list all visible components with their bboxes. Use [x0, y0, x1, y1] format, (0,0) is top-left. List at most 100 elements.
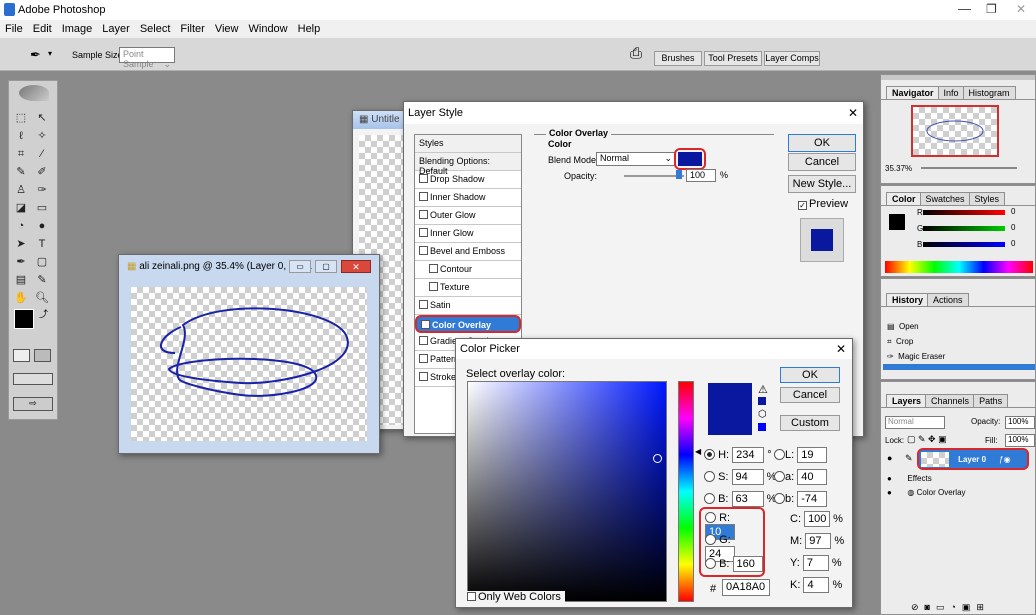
path-select-icon[interactable]: ➤	[13, 237, 29, 251]
styles-header[interactable]: Styles	[415, 135, 521, 153]
hex-field[interactable]: 0A18A0	[722, 579, 770, 596]
healing-icon[interactable]: ✎	[13, 165, 29, 179]
brush-icon[interactable]: ✐	[34, 165, 50, 179]
current-color-swatch[interactable]	[708, 409, 752, 435]
checkbox[interactable]	[429, 282, 438, 291]
tab-paths[interactable]: Paths	[973, 394, 1009, 407]
tab-info[interactable]: Info	[937, 86, 965, 99]
menu-select[interactable]: Select	[135, 20, 176, 35]
color-b-value[interactable]: 0	[1011, 239, 1015, 248]
custom-button[interactable]: Custom	[780, 415, 840, 431]
restore-icon[interactable]: ❐	[986, 2, 997, 16]
menu-edit[interactable]: Edit	[28, 20, 57, 35]
l-radio[interactable]	[774, 449, 785, 460]
b-radio[interactable]	[704, 493, 715, 504]
checkbox-checked[interactable]	[421, 320, 430, 329]
layer-style-cancel-button[interactable]: Cancel	[788, 153, 856, 171]
opacity-slider[interactable]	[624, 175, 684, 177]
r-slider[interactable]	[923, 210, 1005, 215]
blue-field[interactable]: 160	[732, 556, 763, 572]
layer-row[interactable]: ● ✎ Layer 0 ƒ◉	[883, 448, 1033, 470]
color-field[interactable]	[467, 381, 667, 602]
fill-field[interactable]: 100%	[1005, 434, 1035, 447]
hue-slider[interactable]	[678, 381, 694, 602]
layer-blend-select[interactable]: Normal	[885, 416, 945, 429]
overlay-color-swatch[interactable]	[678, 152, 702, 166]
a-field[interactable]: 40	[797, 469, 828, 485]
h-radio[interactable]	[704, 449, 715, 460]
pen-icon[interactable]: ✒	[13, 255, 29, 269]
checkbox[interactable]	[419, 300, 428, 309]
effect-color-overlay-row[interactable]: ● ◍ Color Overlay	[887, 488, 966, 497]
notes-icon[interactable]: ▤	[13, 273, 29, 287]
layers-footer-icons[interactable]: ⊘◙▭◔▣⊞	[911, 602, 990, 613]
standard-mode-icon[interactable]	[13, 349, 30, 362]
stamp-icon[interactable]: ♙	[13, 183, 29, 197]
imageready-icon[interactable]: ⇨	[13, 397, 53, 411]
document-window[interactable]: ▦ ali zeinali.png @ 35.4% (Layer 0, RG..…	[118, 254, 380, 454]
preview-checkbox[interactable]: ✓ Preview	[798, 198, 848, 210]
blue-radio[interactable]	[705, 558, 716, 569]
c-field[interactable]: 100	[804, 511, 831, 527]
history-item-selected[interactable]	[883, 364, 1035, 370]
color-picker-ok-button[interactable]: OK	[780, 367, 840, 383]
navigator-thumbnail[interactable]	[911, 105, 999, 157]
menu-file[interactable]: File	[0, 20, 28, 35]
r-radio[interactable]	[705, 512, 716, 523]
m-field[interactable]: 97	[805, 533, 832, 549]
tab-history[interactable]: History	[886, 293, 930, 306]
lasso-icon[interactable]: ℓ	[13, 129, 29, 143]
style-contour[interactable]: Contour	[415, 261, 521, 279]
layer-style-close-icon[interactable]: ✕	[848, 106, 858, 120]
history-brush-icon[interactable]: ✑	[34, 183, 50, 197]
eye-icon[interactable]: ●	[887, 474, 892, 483]
s-field[interactable]: 94	[731, 469, 764, 485]
opacity-slider-thumb[interactable]	[676, 170, 682, 179]
gamut-warning-icon[interactable]: ⚠	[758, 383, 768, 396]
dodge-icon[interactable]: ●	[34, 219, 50, 233]
blending-options[interactable]: Blending Options: Default	[415, 153, 521, 176]
lab-b-radio[interactable]	[774, 493, 785, 504]
style-inner-shadow[interactable]: Inner Shadow	[415, 189, 521, 207]
gamut-swatch[interactable]	[758, 397, 766, 405]
checkbox[interactable]	[419, 210, 428, 219]
history-item-crop[interactable]: ⌗ Crop	[887, 334, 945, 349]
y-field[interactable]: 7	[802, 555, 829, 571]
only-web-colors-checkbox[interactable]: Only Web Colors	[467, 591, 565, 603]
slice-icon[interactable]: ⁄	[34, 147, 50, 161]
hue-slider-arrow-icon[interactable]: ◀	[695, 447, 701, 456]
navigator-zoom-slider[interactable]	[921, 167, 1017, 169]
g-radio[interactable]	[705, 534, 716, 545]
type-icon[interactable]: T	[34, 237, 50, 251]
color-ramp[interactable]	[885, 261, 1033, 273]
gradient-icon[interactable]: ▭	[34, 201, 50, 215]
color-g-value[interactable]: 0	[1011, 223, 1015, 232]
tab-navigator[interactable]: Navigator	[886, 86, 940, 99]
l-field[interactable]: 19	[797, 447, 828, 463]
checkbox[interactable]	[419, 192, 428, 201]
tab-swatches[interactable]: Swatches	[919, 192, 971, 205]
layer-0-highlight[interactable]: Layer 0 ƒ◉	[917, 448, 1029, 470]
effects-row[interactable]: ● Effects	[887, 474, 932, 483]
history-item-open[interactable]: ▤ Open	[887, 319, 945, 334]
doc-maximize-button[interactable]: ▢	[315, 260, 337, 273]
doc-close-button[interactable]: ✕	[341, 260, 371, 273]
menu-window[interactable]: Window	[244, 20, 293, 35]
hand-icon[interactable]: ✋	[13, 291, 29, 305]
foreground-color-swatch[interactable]	[14, 309, 34, 329]
layer-style-ok-button[interactable]: OK	[788, 134, 856, 152]
new-style-button[interactable]: New Style...	[788, 175, 856, 193]
eyedropper-tool-icon[interactable]: ✎	[34, 273, 50, 287]
checkbox[interactable]	[419, 228, 428, 237]
web-safe-icon[interactable]: ⬡	[758, 409, 767, 420]
brushes-well[interactable]: Brushes	[654, 51, 702, 66]
color-r-value[interactable]: 0	[1011, 207, 1015, 216]
marquee-icon[interactable]: ⬚	[13, 111, 29, 125]
tab-histogram[interactable]: Histogram	[962, 86, 1016, 99]
quick-mask-icon[interactable]	[34, 349, 51, 362]
color-panel-fg-swatch[interactable]	[889, 214, 905, 230]
tab-color[interactable]: Color	[886, 192, 922, 205]
g-slider[interactable]	[923, 226, 1005, 231]
menu-view[interactable]: View	[210, 20, 244, 35]
crop-icon[interactable]: ⌗	[13, 147, 29, 161]
